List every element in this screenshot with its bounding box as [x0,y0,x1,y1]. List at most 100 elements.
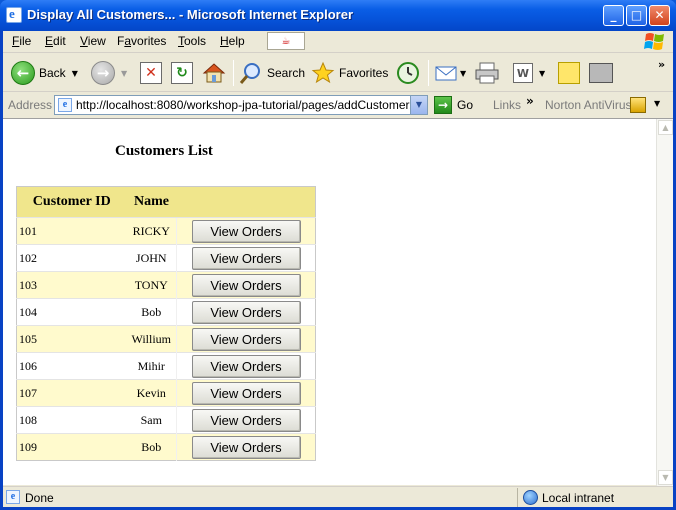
address-url[interactable]: http://localhost:8080/workshop-jpa-tutor… [76,98,424,112]
action-cell: View Orders [176,325,316,353]
back-button[interactable]: ← Back ▼ [11,58,78,88]
forward-button[interactable]: → ▼ [91,58,127,88]
history-button[interactable] [396,58,420,88]
view-orders-button[interactable]: View Orders [191,354,301,378]
links-button[interactable]: Links [493,98,521,112]
menu-favorites-rest: vorites [131,34,167,48]
toolbar-overflow-chevron-icon[interactable]: » [658,58,665,71]
customer-name-cell: Mihir [126,352,177,380]
scroll-down-arrow-icon[interactable]: ▼ [658,470,673,485]
action-cell: View Orders [176,217,316,245]
vertical-scrollbar[interactable]: ▲ ▼ [656,119,673,486]
menu-help-rest: elp [228,34,245,48]
column-header-customer-id: Customer ID [16,186,127,218]
page-title: Customers List [115,143,213,159]
column-header-action [176,186,316,218]
view-orders-button[interactable]: View Orders [191,327,301,351]
print-icon [475,62,499,84]
security-zone[interactable]: Local intranet [517,488,667,507]
view-orders-button[interactable]: View Orders [191,435,301,459]
customer-name-cell: Sam [126,406,177,434]
menu-favorites[interactable]: Favorites [117,34,166,48]
refresh-button[interactable]: ↻ [171,58,193,88]
menu-help[interactable]: Help [220,34,245,48]
edit-dropdown-icon[interactable]: ▼ [539,69,545,78]
table-row: 106 Mihir View Orders [16,352,316,380]
action-cell: View Orders [176,298,316,326]
action-cell: View Orders [176,433,316,461]
menu-edit[interactable]: Edit [45,34,66,48]
ie-icon: e [6,6,22,23]
page-icon: e [58,98,72,112]
close-button[interactable]: ✕ [649,5,670,26]
go-button[interactable]: → Go [434,95,473,115]
customer-name-cell: TONY [126,271,177,299]
sticky-note-icon [558,62,580,84]
table-header-row: Customer ID Name [16,186,316,218]
toolbar-separator [233,60,234,86]
norton-antivirus-button[interactable]: Norton AntiVirus [545,98,632,112]
view-orders-button[interactable]: View Orders [191,246,301,270]
browser-client: File Edit View Favorites Tools Help ☕ ← … [3,31,673,507]
links-chevron-icon[interactable]: » [526,94,534,108]
favorites-label: Favorites [339,66,389,80]
edit-word-button[interactable]: W ▼ [513,58,545,88]
page-content: Customers List Customer ID Name 101 RICK… [3,118,673,486]
mail-dropdown-icon[interactable]: ▼ [460,69,466,78]
customer-id-cell: 105 [16,325,127,353]
title-bar[interactable]: e Display All Customers... - Microsoft I… [0,0,676,31]
menu-edit-key: E [45,34,54,48]
customer-name-cell: Bob [126,298,177,326]
view-orders-button[interactable]: View Orders [191,273,301,297]
customer-name-cell: JOHN [126,244,177,272]
mail-button[interactable]: ▼ [434,58,466,88]
forward-arrow-icon: → [91,61,115,85]
search-label: Search [267,66,306,80]
table-row: 101 RICKY View Orders [16,217,316,245]
view-orders-button[interactable]: View Orders [191,408,301,432]
view-orders-button[interactable]: View Orders [191,219,301,243]
customer-id-cell: 103 [16,271,127,299]
home-button[interactable] [202,58,226,88]
discuss-button[interactable] [558,58,580,88]
customer-name-cell: Willium [126,325,177,353]
messenger-icon [589,63,613,83]
maximize-button[interactable]: □ [626,5,647,26]
menu-file[interactable]: File [12,34,31,48]
scroll-up-arrow-icon[interactable]: ▲ [658,120,673,135]
action-cell: View Orders [176,352,316,380]
back-dropdown-icon[interactable]: ▼ [72,69,78,78]
stop-button[interactable]: ✕ [140,58,162,88]
view-orders-button[interactable]: View Orders [191,381,301,405]
search-button[interactable]: Search [239,58,305,88]
zone-label: Local intranet [542,491,615,505]
messenger-button[interactable] [589,58,613,88]
customer-id-cell: 104 [16,298,127,326]
address-field[interactable]: e http://localhost:8080/workshop-jpa-tut… [54,95,428,115]
column-header-name: Name [126,186,177,218]
customer-id-cell: 108 [16,406,127,434]
print-button[interactable] [474,58,500,88]
stop-icon: ✕ [140,62,162,84]
back-label: Back [39,66,66,80]
toolbar: ← Back ▼ → ▼ ✕ ↻ Search Favorites ▼ W ▼ … [3,54,673,92]
menu-bar: File Edit View Favorites Tools Help ☕ [3,31,673,53]
refresh-icon: ↻ [171,62,193,84]
java-plugin-icon[interactable]: ☕ [267,32,305,50]
address-dropdown-icon[interactable]: ▼ [410,96,427,114]
norton-icon[interactable] [630,97,646,113]
mail-icon [435,66,457,81]
table-row: 105 Willium View Orders [16,325,316,353]
toolbar-separator [428,60,429,86]
table-row: 103 TONY View Orders [16,271,316,299]
minimize-button[interactable]: _ [603,5,624,26]
history-icon [397,62,419,84]
forward-dropdown-icon[interactable]: ▼ [121,69,127,78]
menu-tools[interactable]: Tools [178,34,206,48]
menu-view[interactable]: View [80,34,106,48]
norton-dropdown-icon[interactable]: ▼ [654,99,660,108]
favorites-button[interactable]: Favorites [311,58,388,88]
word-icon: W [513,63,533,83]
view-orders-button[interactable]: View Orders [191,300,301,324]
customer-id-cell: 102 [16,244,127,272]
